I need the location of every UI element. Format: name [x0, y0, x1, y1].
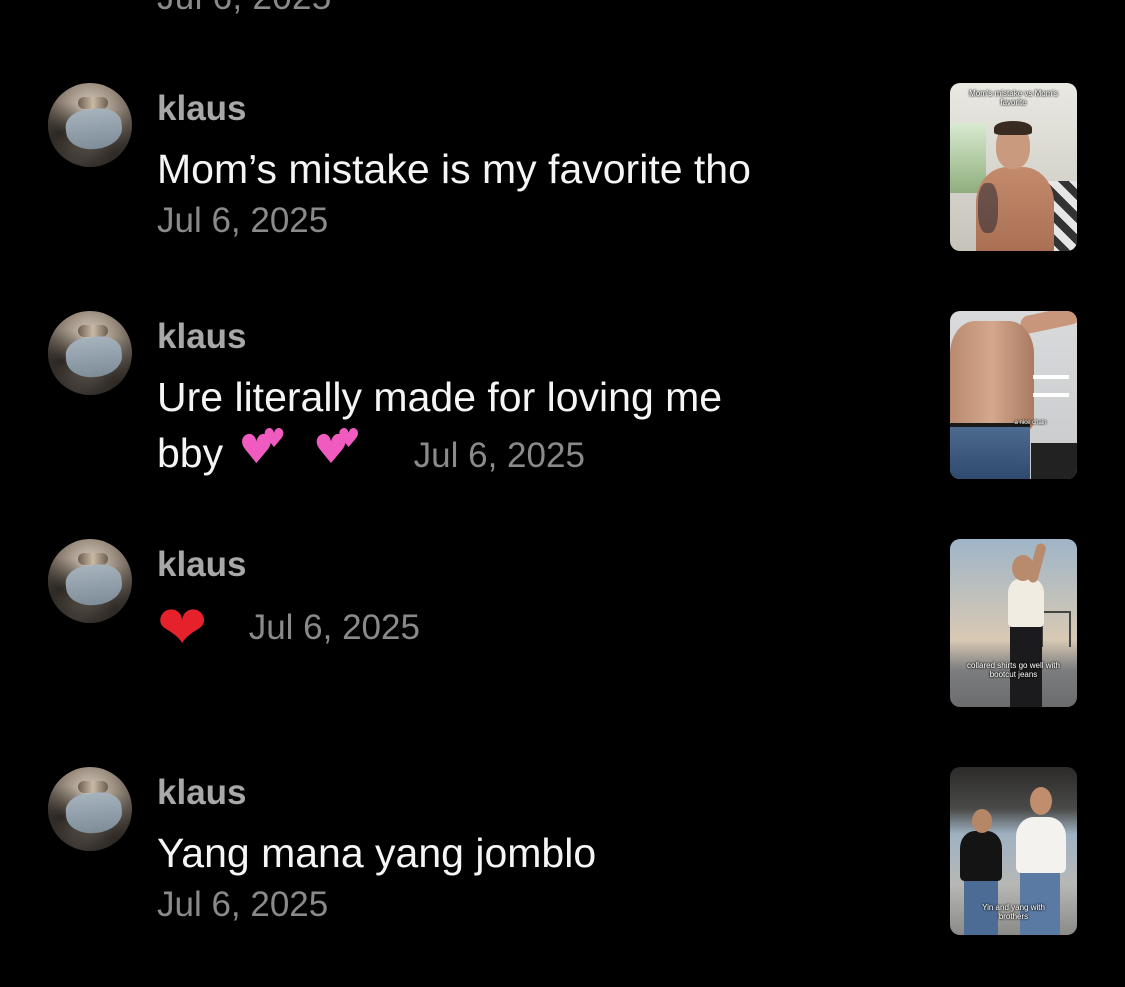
comment-text-line2: bby ♥♥ ♥♥ Jul 6, 2025: [157, 423, 722, 487]
comment-item: klaus ❤ Jul 6, 2025 collared shirts go w…: [0, 539, 1125, 709]
video-thumbnail[interactable]: collared shirts go well with bootcut jea…: [950, 539, 1077, 707]
comment-username[interactable]: klaus: [157, 317, 247, 357]
avatar[interactable]: [48, 311, 132, 395]
comment-date: Jul 6, 2025: [413, 436, 585, 475]
video-thumbnail[interactable]: a nice chain: [950, 311, 1077, 479]
thumbnail-caption: collared shirts go well with bootcut jea…: [967, 661, 1060, 679]
thumbnail-caption: Mom's mistake vs Mom's favorite: [969, 89, 1058, 107]
comment-text: Yang mana yang jomblo: [157, 830, 597, 876]
avatar[interactable]: [48, 767, 132, 851]
thumbnail-caption: Yin and yang with brothers: [982, 903, 1045, 921]
avatar[interactable]: [48, 539, 132, 623]
comment-item: klaus Mom’s mistake is my favorite tho J…: [0, 83, 1125, 253]
two-hearts-emoji-icon: ♥♥: [238, 423, 286, 473]
comment-username[interactable]: klaus: [157, 89, 247, 129]
red-heart-emoji-icon: ❤: [157, 593, 208, 664]
comment-text: Ure literally made for loving me bby ♥♥ …: [157, 369, 722, 487]
comment-text-line1: Ure literally made for loving me: [157, 374, 723, 420]
comment-text-line2-word: bby: [157, 430, 224, 476]
avatar[interactable]: [48, 83, 132, 167]
comment-username[interactable]: klaus: [157, 773, 247, 813]
comment-date: Jul 6, 2025: [248, 608, 420, 647]
comment-text: Mom’s mistake is my favorite tho: [157, 146, 751, 192]
video-thumbnail[interactable]: Mom's mistake vs Mom's favorite: [950, 83, 1077, 251]
previous-comment-date: Jul 6, 2025: [157, 0, 332, 18]
comment-date: Jul 6, 2025: [157, 885, 329, 924]
comment-date: Jul 6, 2025: [157, 201, 329, 240]
comment-username[interactable]: klaus: [157, 545, 247, 585]
video-thumbnail[interactable]: Yin and yang with brothers: [950, 767, 1077, 935]
thumbnail-caption: a nice chain: [1014, 420, 1047, 426]
two-hearts-emoji-icon: ♥♥: [313, 423, 361, 473]
comment-item: klaus Ure literally made for loving me b…: [0, 311, 1125, 481]
comment-text: ❤ Jul 6, 2025: [157, 593, 420, 664]
comment-item: klaus Yang mana yang jomblo Jul 6, 2025 …: [0, 767, 1125, 937]
